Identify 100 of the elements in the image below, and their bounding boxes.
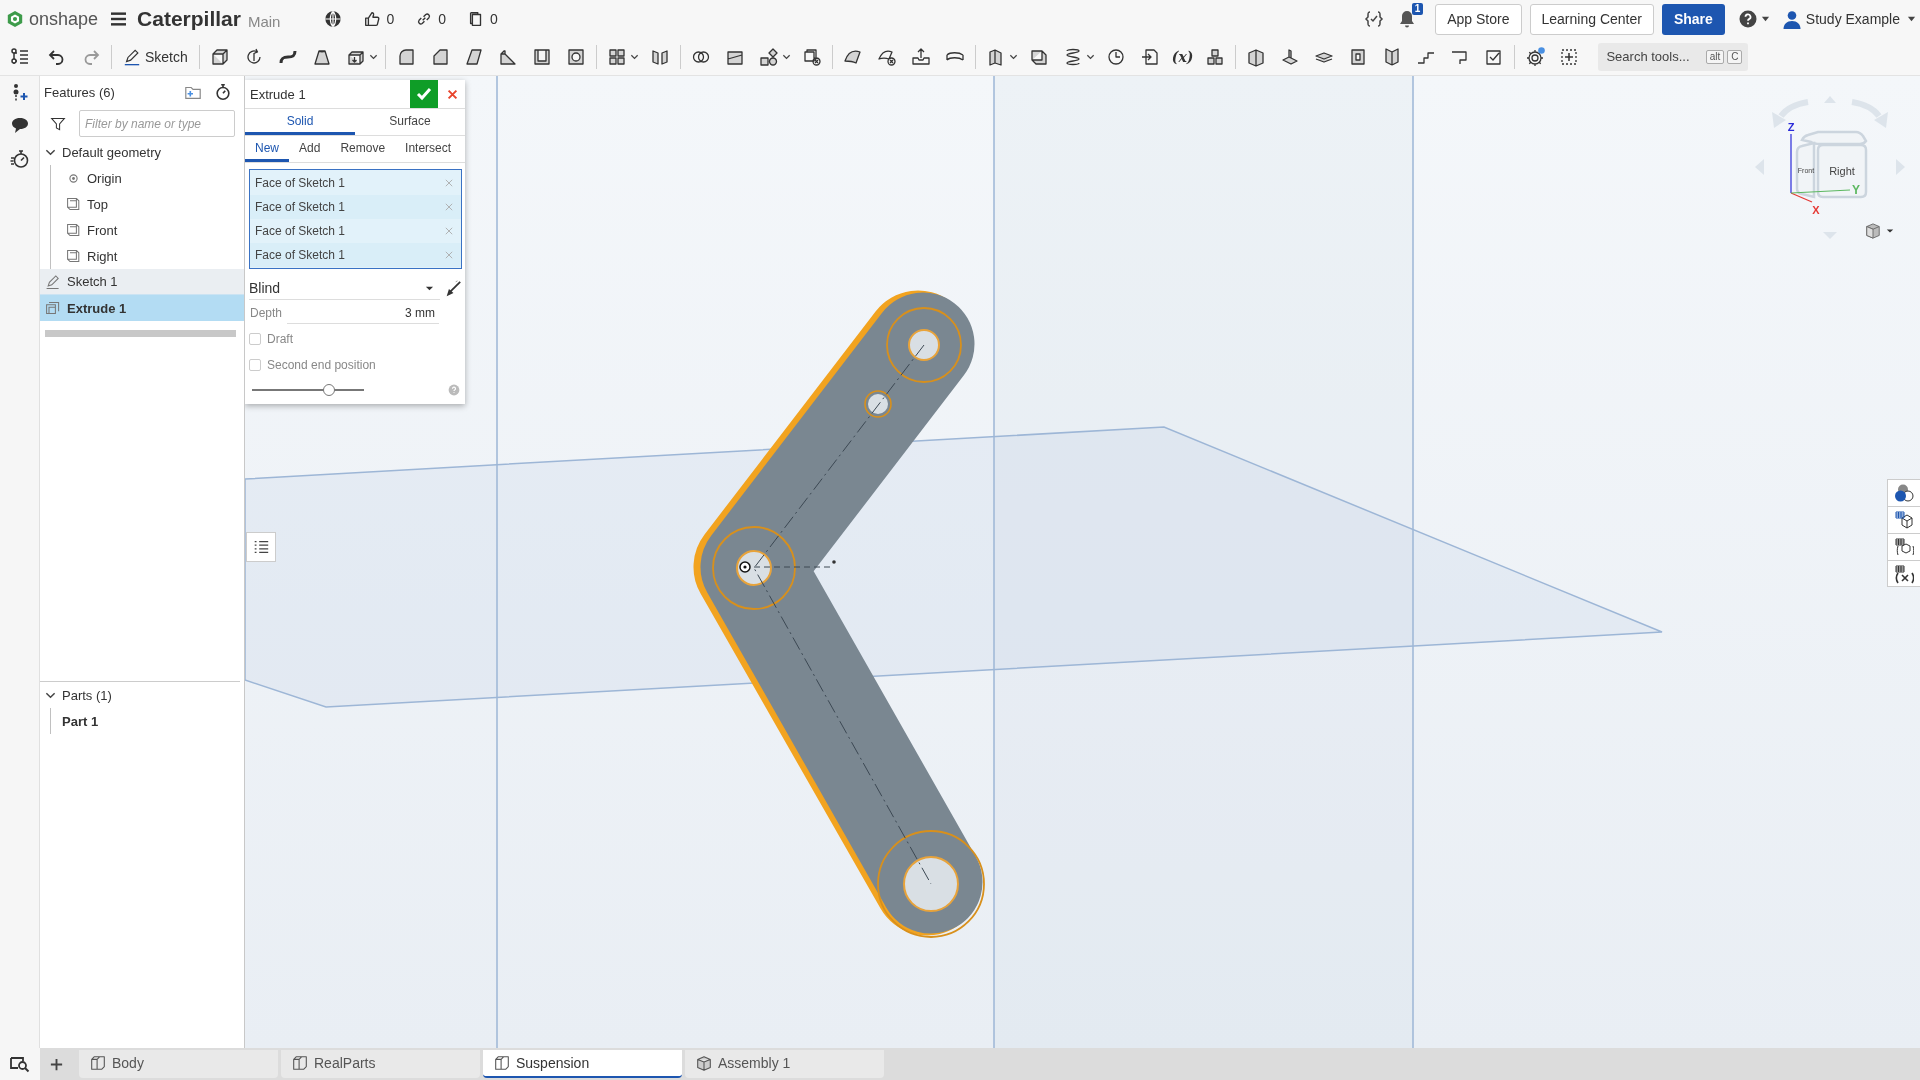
origin-icon — [69, 173, 78, 183]
panel-button[interactable] — [1887, 560, 1920, 587]
selection-row[interactable]: Face of Sketch 1 — [250, 195, 461, 219]
caret-down-icon[interactable] — [629, 53, 639, 60]
logo-text: onshape — [29, 8, 99, 30]
delete-box-icon[interactable] — [801, 46, 822, 67]
list-button[interactable] — [246, 532, 276, 562]
plus-icon — [48, 1056, 64, 1072]
clock-icon[interactable] — [1105, 46, 1126, 67]
hole-icon[interactable] — [565, 46, 586, 67]
selection-label: Face of Sketch 1 — [255, 248, 346, 262]
tab[interactable]: Add — [289, 136, 331, 162]
tree-item[interactable]: Part 1 — [51, 708, 240, 734]
confirm-button[interactable] — [410, 80, 438, 108]
stopwatch-icon[interactable] — [214, 83, 232, 101]
tree-item[interactable]: Default geometry — [40, 139, 244, 165]
diagonal-arrow-icon[interactable] — [444, 278, 462, 299]
block-outline-icon — [493, 1054, 511, 1072]
menu-icon[interactable] — [111, 12, 127, 26]
grid-icon[interactable] — [606, 46, 627, 67]
selection-list[interactable]: Face of Sketch 1 Face of Sketch 1 Face of Sketch 1 Face of Sketch 1 — [249, 169, 462, 269]
tree-item[interactable]: Front — [51, 217, 244, 243]
tab[interactable]: Intersect — [395, 136, 462, 162]
slider-thumb[interactable] — [323, 384, 336, 396]
hexagon-logo-icon[interactable] — [6, 10, 24, 28]
part-model[interactable] — [693, 290, 985, 938]
selection-row[interactable]: Face of Sketch 1 — [250, 219, 461, 243]
tab[interactable]: RealParts — [281, 1050, 480, 1078]
caret-down-icon[interactable] — [781, 53, 791, 60]
selection-row[interactable]: Face of Sketch 1 — [250, 243, 461, 267]
tree-item[interactable]: Right — [51, 243, 244, 269]
dashed-plus-icon[interactable] — [1559, 46, 1580, 67]
plane-icon — [66, 248, 82, 264]
globe-icon[interactable] — [324, 10, 343, 28]
cube-face-label[interactable]: Right — [1829, 165, 1855, 177]
tab[interactable]: Remove — [330, 136, 396, 162]
tree-item[interactable]: Top — [51, 191, 244, 217]
tab[interactable]: New — [245, 136, 289, 162]
caret-down-icon[interactable] — [1886, 229, 1894, 233]
variable-button[interactable]: (x) — [1171, 48, 1194, 65]
dialog-title: Extrude 1 — [249, 86, 307, 102]
checkbox[interactable] — [249, 359, 261, 371]
checkbox[interactable] — [249, 333, 261, 345]
three-boxes-icon[interactable] — [1205, 46, 1226, 67]
close-icon[interactable] — [446, 87, 459, 101]
open-box-icon[interactable] — [1246, 46, 1267, 67]
import-arrow-icon[interactable] — [1139, 46, 1160, 67]
chevron-icon[interactable] — [45, 691, 56, 699]
axis-label: Z — [1787, 121, 1795, 133]
option-label: Draft — [267, 332, 293, 346]
tree-item[interactable]: Origin — [51, 165, 244, 191]
notification-badge: 1 — [1411, 3, 1424, 15]
caret-down-icon — [425, 285, 434, 291]
funnel-icon[interactable] — [50, 115, 66, 132]
caret-down-icon[interactable] — [1085, 53, 1095, 60]
feature-list-icon[interactable] — [10, 46, 30, 67]
tab[interactable]: Surface — [355, 109, 465, 135]
tray-arrow-icon[interactable] — [910, 46, 931, 67]
like-button[interactable]: 0 — [363, 10, 395, 28]
view-cube[interactable] — [1795, 130, 1868, 199]
plane-icon — [66, 196, 82, 212]
help-icon[interactable] — [1737, 9, 1758, 29]
shaded-cube-icon[interactable] — [1865, 222, 1881, 240]
box-icon[interactable] — [209, 46, 230, 67]
tab[interactable]: Body — [79, 1050, 278, 1078]
caret-down-icon[interactable] — [1008, 53, 1018, 60]
end-type-dropdown[interactable]: Blind — [249, 277, 440, 300]
color-circles-icon — [1894, 483, 1914, 503]
header-button[interactable]: Learning Center — [1529, 3, 1654, 35]
share-button[interactable]: Share — [1661, 3, 1725, 35]
link-button[interactable]: 0 — [415, 10, 447, 28]
panel-button[interactable] — [1887, 533, 1920, 560]
speech-bubble-icon[interactable] — [9, 115, 30, 135]
chevron-icon[interactable] — [45, 148, 56, 156]
selection-row[interactable]: Face of Sketch 1 — [250, 171, 461, 195]
filter-field[interactable]: Filter by name or type — [79, 110, 235, 137]
user-menu-button[interactable]: Study Example — [1781, 9, 1916, 29]
caret-down-icon[interactable] — [1760, 16, 1770, 22]
tree-item[interactable]: Parts (1) — [40, 682, 240, 708]
braces-check-icon[interactable] — [1364, 9, 1385, 29]
tab[interactable]: Assembly 1 — [685, 1050, 884, 1078]
tree-item[interactable]: Sketch 1 — [40, 269, 244, 295]
list-icon — [252, 538, 270, 556]
copy-button[interactable]: 0 — [467, 10, 498, 28]
gear-icon[interactable] — [1525, 46, 1546, 67]
grid-box-bracket-icon — [1894, 537, 1914, 557]
panel-button[interactable] — [1887, 479, 1920, 506]
hollow-box-icon[interactable] — [531, 46, 552, 67]
header-button[interactable]: App Store — [1435, 3, 1522, 35]
slanted-block-icon[interactable] — [463, 46, 484, 67]
tab[interactable]: Suspension — [483, 1050, 682, 1078]
sketch-button[interactable]: Sketch — [115, 41, 196, 72]
caret-down-icon[interactable] — [368, 53, 378, 60]
magnifier-icon[interactable] — [10, 1054, 30, 1074]
panel-button[interactable] — [1887, 506, 1920, 533]
selection-label: Face of Sketch 1 — [255, 224, 346, 238]
shapes-icon[interactable] — [758, 46, 779, 67]
stopwatch-icon[interactable] — [9, 149, 30, 169]
tab[interactable]: Solid — [245, 109, 355, 135]
tree-item[interactable]: Extrude 1 — [40, 295, 244, 321]
